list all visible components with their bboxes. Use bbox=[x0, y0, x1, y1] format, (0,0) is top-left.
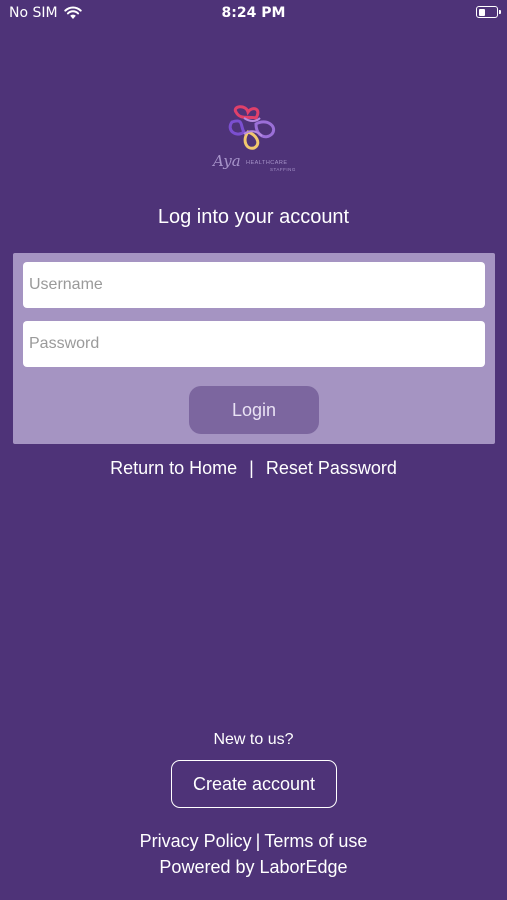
powered-by-text: Powered by LaborEdge bbox=[159, 857, 348, 877]
logo-mark-icon bbox=[228, 105, 275, 150]
footer-links: Privacy Policy | Terms of use bbox=[0, 831, 507, 852]
account-links: Return to Home | Reset Password bbox=[0, 458, 507, 479]
return-home-link[interactable]: Return to Home bbox=[110, 458, 237, 478]
brand-logo: Aya HEALTHCARE STAFFING bbox=[210, 102, 300, 176]
signup-prompt: New to us? bbox=[213, 731, 294, 748]
link-separator: | bbox=[249, 458, 254, 478]
logo-word-staffing: STAFFING bbox=[270, 167, 296, 172]
status-bar: No SIM 8:24 PM bbox=[0, 0, 507, 28]
privacy-policy-link[interactable]: Privacy Policy bbox=[140, 831, 252, 851]
username-input[interactable] bbox=[23, 262, 485, 308]
logo-script-text: Aya bbox=[213, 152, 241, 170]
battery-level bbox=[478, 8, 485, 16]
footer-separator: | bbox=[255, 831, 261, 851]
logo-word-healthcare: HEALTHCARE bbox=[246, 160, 288, 166]
terms-of-use-link[interactable]: Terms of use bbox=[264, 831, 367, 851]
reset-password-link[interactable]: Reset Password bbox=[266, 458, 397, 478]
login-form: Login bbox=[13, 253, 495, 444]
status-time: 8:24 PM bbox=[221, 5, 286, 21]
create-account-button[interactable]: Create account bbox=[171, 760, 337, 808]
login-button[interactable]: Login bbox=[189, 386, 319, 434]
password-input[interactable] bbox=[23, 321, 485, 367]
battery-icon bbox=[476, 6, 501, 18]
page-title: Log into your account bbox=[157, 206, 350, 228]
